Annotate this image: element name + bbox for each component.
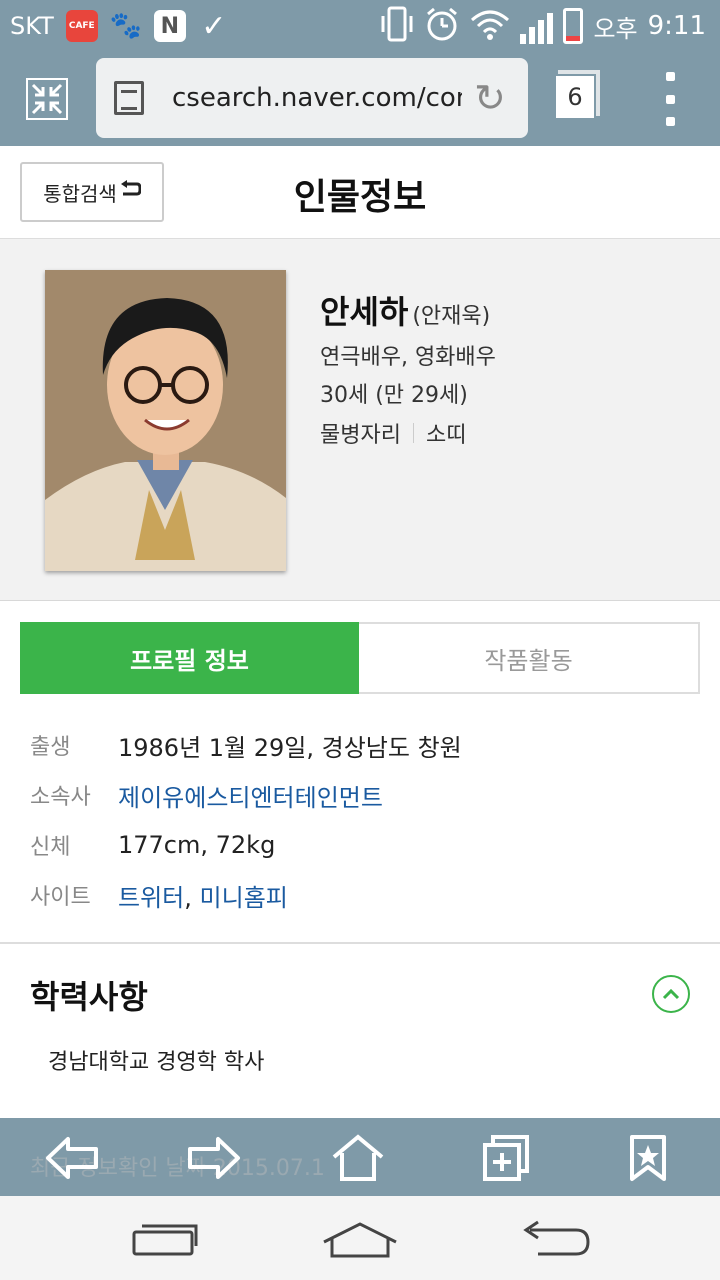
wifi-icon [470,8,510,44]
person-real-name: (안재욱) [412,304,491,329]
profile-tabs: 프로필 정보 작품활동 [20,622,700,694]
android-back-icon[interactable] [510,1212,600,1268]
agency-label: 소속사 [30,785,91,810]
site-links: 트위터, 미니홈피 [118,878,288,913]
paw-icon: 🐾 [109,11,142,41]
zodiac-separator [412,423,414,443]
birth-value: 1986년 1월 29일, 경상남도 창원 [118,733,462,762]
zodiac-sign: 물병자리 [320,423,401,448]
collapse-chevron-up-icon[interactable] [652,975,690,1013]
page-doc-icon [114,81,144,115]
minihompy-link[interactable]: 미니홈피 [200,884,288,912]
cafe-icon: CAFE [65,10,98,42]
overflow-menu-icon[interactable] [662,72,678,126]
add-tab-icon[interactable] [478,1130,534,1186]
body-label: 신체 [30,835,71,860]
forward-arrow-icon[interactable] [186,1130,242,1186]
page-title: 인물정보 [293,177,427,218]
collapse-icon[interactable] [24,76,70,122]
education-title: 학력사항 [30,978,148,1016]
download-check-icon: ✓ [201,8,227,44]
info-row-agency: 소속사 제이유에스티엔터테인먼트 [30,770,700,820]
reload-icon[interactable]: ↻ [474,76,506,120]
info-row-body: 신체 177cm, 72kg [30,820,700,870]
clock-time: 9:11 [647,11,706,41]
back-arrow-icon[interactable] [44,1130,100,1186]
zodiac-line: 물병자리 소띠 [320,417,466,449]
url-text[interactable]: csearch.naver.com/conte [172,83,462,113]
person-occupation: 연극배우, 영화배우 [320,345,496,370]
site-label: 사이트 [30,885,91,910]
alarm-icon [424,6,460,46]
birth-label: 출생 [30,735,71,760]
n-icon: N [153,10,186,42]
home-icon[interactable] [330,1130,386,1186]
tab-profile-info[interactable]: 프로필 정보 [20,622,359,694]
status-bar: SKT CAFE 🐾 N ✓ 오후 9:11 [0,0,720,52]
android-home-icon[interactable] [315,1212,405,1268]
profile-photo[interactable] [45,270,286,571]
page-header: 통합검색 인물정보 [0,146,720,239]
info-list: 출생 1986년 1월 29일, 경상남도 창원 소속사 제이유에스티엔터테인먼… [30,720,700,920]
battery-icon [563,8,584,44]
status-right: 오후 9:11 [380,0,706,52]
tab-count-button[interactable]: 6 [554,74,596,120]
profile-card: 안세하 (안재욱) 연극배우, 영화배우 30세 (만 29세) 물병자리 소띠 [0,239,720,601]
clock-ampm: 오후 [593,14,638,43]
education-item: 경남대학교 경영학 학사 [48,1050,265,1075]
status-left: SKT CAFE 🐾 N ✓ [10,0,230,52]
info-row-site: 사이트 트위터, 미니홈피 [30,870,700,920]
vibrate-icon [380,6,414,46]
signal-icon [520,8,554,44]
name-line: 안세하 (안재욱) [320,287,490,333]
url-bar[interactable]: csearch.naver.com/conte ↻ [96,58,528,138]
twitter-link[interactable]: 트위터 [118,884,184,912]
section-divider [0,942,720,944]
body-value: 177cm, 72kg [118,831,276,859]
tab-works[interactable]: 작품활동 [359,622,700,694]
recent-apps-icon[interactable] [120,1212,210,1268]
info-row-birth: 출생 1986년 1월 29일, 경상남도 창원 [30,720,700,770]
carrier-label: SKT [10,12,54,40]
chinese-zodiac: 소띠 [425,423,467,448]
agency-link[interactable]: 제이유에스티엔터테인먼트 [118,778,383,813]
browser-toolbar: csearch.naver.com/conte ↻ 6 [0,52,720,146]
bookmark-icon[interactable] [620,1130,676,1186]
person-name: 안세하 [320,293,409,331]
site-comma: , [184,883,192,912]
person-age: 30세 (만 29세) [320,383,468,408]
